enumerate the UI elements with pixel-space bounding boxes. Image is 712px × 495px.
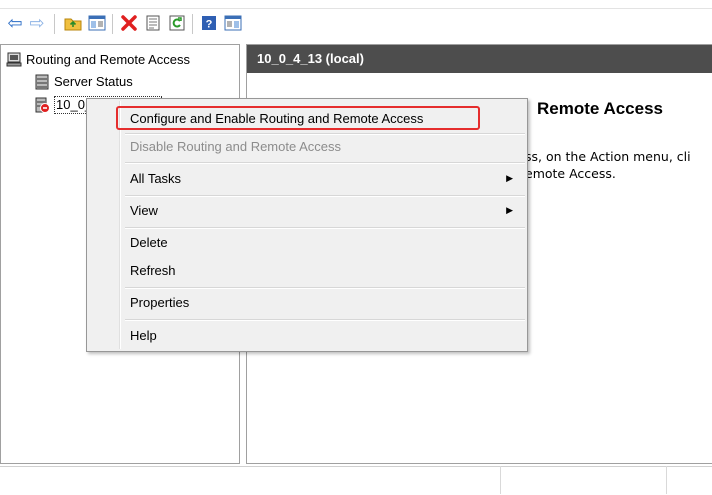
submenu-arrow-icon: ▶: [506, 173, 513, 183]
back-arrow-icon[interactable]: ⇦: [4, 12, 26, 34]
menu-item-disable-routing[interactable]: Disable Routing and Remote Access: [130, 136, 341, 158]
submenu-arrow-icon: ▶: [506, 205, 513, 215]
forward-arrow-icon[interactable]: ⇨: [26, 12, 48, 34]
tree-item-routing-remote-access[interactable]: Routing and Remote Access: [6, 50, 190, 70]
toolbar-separator: [112, 14, 113, 34]
tree-item-label: Server Status: [54, 74, 133, 89]
details-title: Remote Access: [537, 99, 663, 118]
menu-separator: [125, 319, 525, 321]
menu-item-label: All Tasks: [130, 171, 182, 186]
menu-separator: [125, 227, 525, 229]
action-pane-icon[interactable]: [222, 12, 244, 34]
menu-item-view[interactable]: View: [130, 200, 158, 222]
toolbar-separator: [192, 14, 193, 34]
server-icon: [34, 74, 50, 90]
menu-bar: [0, 0, 712, 9]
show-hide-tree-icon[interactable]: [86, 12, 108, 34]
toolbar: ⇦ ⇨ ?: [0, 9, 712, 39]
menu-item-all-tasks[interactable]: All Tasks: [130, 168, 520, 190]
help-icon[interactable]: ?: [198, 12, 220, 34]
menu-item-label: View: [130, 203, 158, 218]
menu-item-help[interactable]: Help: [130, 325, 157, 347]
server-stopped-icon: [34, 97, 50, 113]
delete-icon[interactable]: [118, 12, 140, 34]
menu-item-delete[interactable]: Delete: [130, 232, 168, 254]
up-folder-icon[interactable]: [62, 12, 84, 34]
toolbar-separator: [54, 14, 55, 34]
tree-item-server-status[interactable]: Server Status: [34, 72, 133, 92]
computer-icon: [6, 52, 22, 68]
details-text-line2: emote Access.: [525, 166, 616, 181]
menu-item-properties[interactable]: Properties: [130, 292, 189, 314]
forward-arrow-glyph: ⇨: [29, 13, 45, 33]
status-bar-divider: [666, 466, 667, 494]
menu-separator: [125, 287, 525, 289]
highlight-annotation: [116, 106, 480, 130]
menu-item-refresh[interactable]: Refresh: [130, 260, 176, 282]
tree-item-label: Routing and Remote Access: [26, 52, 191, 67]
details-text-line1: ss, on the Action menu, cli: [525, 149, 691, 164]
status-bar-divider: [500, 466, 501, 494]
svg-text:?: ?: [206, 19, 213, 31]
back-arrow-glyph: ⇦: [7, 13, 23, 33]
context-menu: Configure and Enable Routing and Remote …: [86, 98, 528, 352]
menu-gutter: [119, 101, 121, 349]
menu-separator: [125, 195, 525, 197]
details-header: 10_0_4_13 (local): [247, 45, 712, 73]
menu-separator: [125, 133, 525, 135]
properties-icon[interactable]: [142, 12, 164, 34]
menu-separator: [125, 162, 525, 164]
refresh-icon[interactable]: [166, 12, 188, 34]
status-bar: [0, 466, 712, 495]
